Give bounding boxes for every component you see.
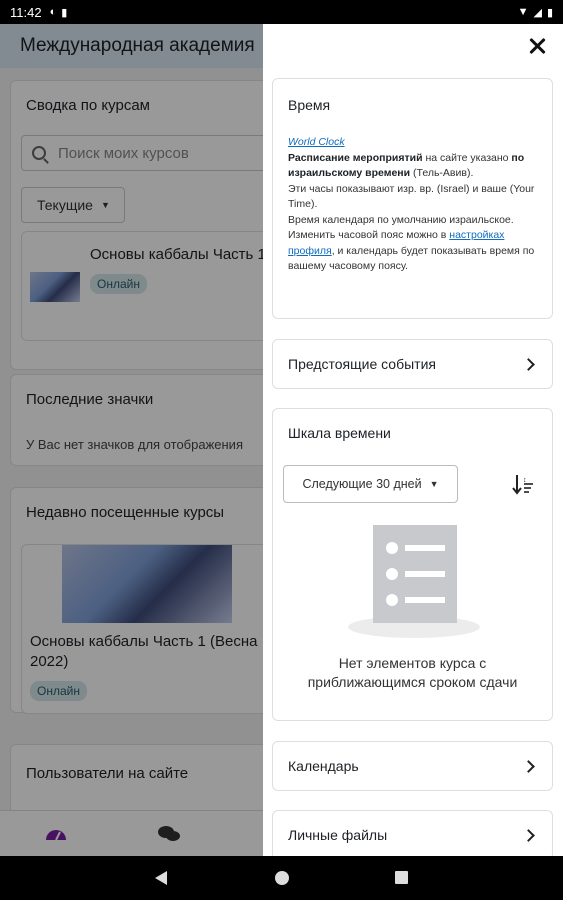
chevron-right-icon — [522, 828, 535, 842]
sd-card-icon: ▮ — [61, 6, 68, 19]
timeline-empty-line-1: Нет элементов курса с — [338, 655, 487, 671]
tz-text-4: Время календаря по умолчанию израильское… — [288, 213, 514, 226]
tz-text-2: (Тель-Авив). — [410, 167, 474, 179]
side-drawer: Время World Clock Расписание мероприятий… — [263, 24, 563, 856]
time-block: Время World Clock Расписание мероприятий… — [272, 78, 553, 319]
sync-icon: ◐ — [49, 6, 57, 18]
private-files-item[interactable]: Личные файлы — [272, 810, 553, 856]
timeline-filter-label: Следующие 30 дней — [302, 477, 422, 491]
timezone-info: World Clock Расписание мероприятий на са… — [288, 135, 537, 275]
tz-text-5: Изменить часовой пояс можно в — [288, 229, 450, 241]
back-icon[interactable] — [154, 870, 168, 886]
status-time: 11:42 — [10, 4, 42, 20]
timeline-title: Шкала времени — [288, 425, 391, 441]
system-nav-bar — [0, 856, 563, 900]
calendar-item[interactable]: Календарь — [272, 741, 553, 791]
close-icon[interactable] — [527, 35, 549, 57]
caret-down-icon: ▼ — [429, 479, 439, 489]
recents-icon[interactable] — [394, 870, 409, 885]
chevron-right-icon — [522, 759, 535, 773]
timeline-empty-text: Нет элементов курса с приближающимся сро… — [273, 654, 552, 692]
tz-text-1: на сайте указано — [422, 151, 512, 164]
timeline-empty-line-2: приближающимся сроком сдачи — [307, 674, 518, 690]
timeline-filter-select[interactable]: Следующие 30 дней ▼ — [283, 465, 458, 503]
upcoming-events-item[interactable]: Предстоящие события — [272, 339, 553, 389]
battery-icon: ▮ — [546, 6, 553, 19]
time-block-title: Время — [288, 97, 331, 113]
tz-text-3: Эти часы показывают изр. вр. (Israel) и … — [288, 182, 535, 211]
upcoming-events-label: Предстоящие события — [288, 356, 436, 372]
calendar-label: Календарь — [288, 758, 359, 774]
world-clock-link[interactable]: World Clock — [288, 136, 345, 148]
tz-bold-1: Расписание мероприятий — [288, 151, 423, 164]
chevron-right-icon — [522, 357, 535, 371]
empty-list-icon — [348, 525, 480, 638]
private-files-label: Личные файлы — [288, 827, 388, 843]
wifi-icon: ▼ — [517, 6, 529, 18]
signal-icon: ◢ — [533, 6, 542, 19]
status-bar: 11:42 ◐ ▮ ▼ ◢ ▮ — [0, 0, 563, 24]
home-icon[interactable] — [274, 870, 290, 886]
svg-text:↕: ↕ — [523, 477, 527, 484]
sort-icon[interactable]: ↕ — [512, 473, 534, 495]
timeline-block: Шкала времени Следующие 30 дней ▼ ↕ Нет … — [272, 408, 553, 721]
